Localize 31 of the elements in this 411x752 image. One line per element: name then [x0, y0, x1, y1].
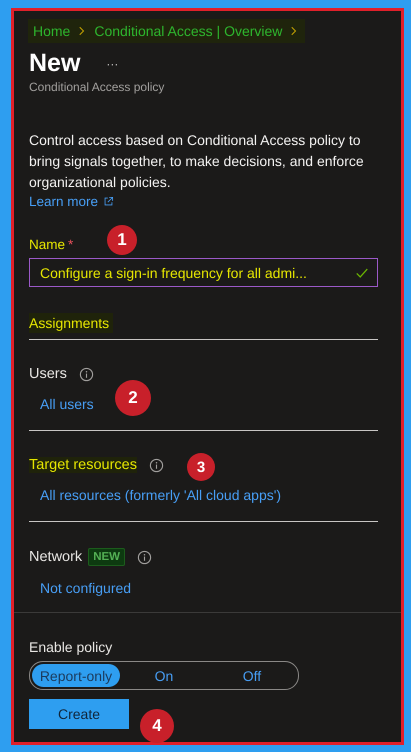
- item-label: Network: [29, 549, 82, 565]
- toggle-option[interactable]: On: [120, 664, 208, 687]
- step-badge: 2: [115, 380, 151, 416]
- create-button[interactable]: Create: [29, 699, 129, 729]
- toggle-option[interactable]: Off: [208, 664, 296, 687]
- new-badge: NEW: [88, 548, 126, 566]
- assignment-link[interactable]: All users: [40, 396, 94, 412]
- step-badge: 3: [187, 453, 215, 481]
- item-label: Target resources: [29, 457, 137, 473]
- more-button[interactable]: ···: [106, 56, 118, 70]
- toggle-option[interactable]: Report-only: [32, 664, 120, 687]
- breadcrumb-link[interactable]: Home: [33, 23, 70, 39]
- field-label: Enable policy: [29, 639, 114, 655]
- step-badge: 4: [140, 709, 174, 743]
- external-link-icon: [103, 196, 114, 207]
- info-icon: [137, 550, 152, 564]
- section-heading: Assignments: [29, 313, 114, 333]
- field-label: Name: [29, 237, 66, 252]
- breadcrumb-link[interactable]: Conditional Access | Overview: [94, 23, 282, 39]
- assignment-link[interactable]: Not configured: [40, 580, 132, 596]
- learn-more-link[interactable]: Learn more: [29, 194, 114, 209]
- step-badge: 1: [107, 225, 137, 255]
- page-title: New: [29, 49, 80, 78]
- description: Control access based on Conditional Access policy to bring signals together, to make decisions, and enforce organizational policies.: [29, 131, 365, 192]
- assignment-link[interactable]: All resources (formerly 'All cloud apps'): [40, 487, 282, 503]
- required-mark: *: [68, 237, 74, 252]
- name-field[interactable]: Configure a sign-in frequency for all admi...: [29, 258, 378, 287]
- info-icon: [149, 458, 164, 472]
- info-icon: [78, 366, 94, 382]
- item-label: Users: [29, 366, 67, 382]
- page-subtitle: Conditional Access policy: [29, 80, 166, 94]
